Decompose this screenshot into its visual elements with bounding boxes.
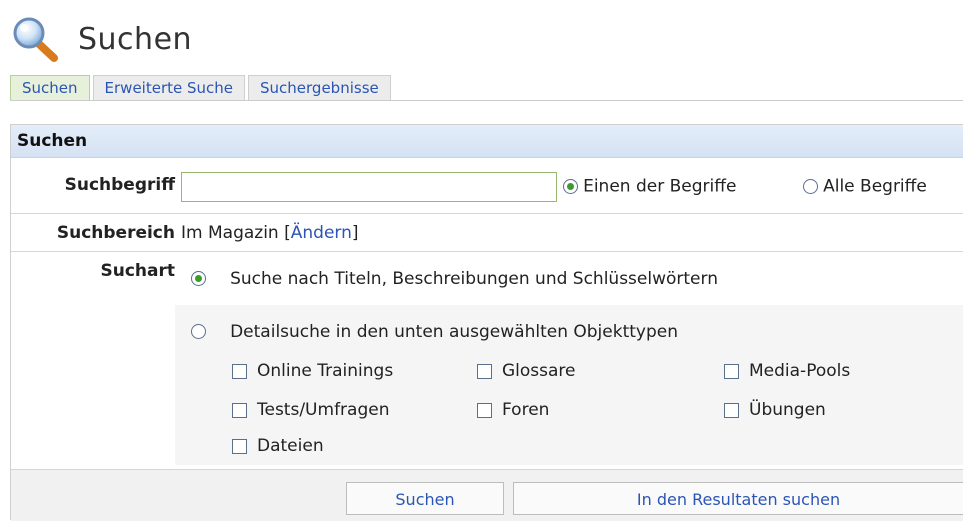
checkbox-icon[interactable] bbox=[477, 402, 492, 418]
checkbox-icon[interactable] bbox=[232, 438, 247, 454]
mode-option-any[interactable]: Einen der Begriffe bbox=[563, 176, 736, 197]
search-type-label: Suchart bbox=[100, 261, 175, 281]
tab-suchergebnisse[interactable]: Suchergebnisse bbox=[248, 75, 391, 100]
search-term-input[interactable] bbox=[181, 172, 557, 202]
magnifier-icon bbox=[10, 16, 68, 62]
tab-bar: Suchen Erweiterte Suche Suchergebnisse bbox=[10, 75, 394, 100]
radio-simple-icon[interactable] bbox=[191, 271, 206, 286]
search-form: Suchen Suchbegriff Einen der Begriffe Al… bbox=[10, 124, 963, 521]
search-term-label: Suchbegriff bbox=[64, 175, 175, 195]
radio-any-icon[interactable] bbox=[563, 179, 578, 194]
object-type-media-pools[interactable]: Media-Pools bbox=[724, 361, 850, 381]
search-button[interactable]: Suchen bbox=[346, 482, 504, 515]
row-divider bbox=[11, 251, 963, 252]
page-header: Suchen bbox=[10, 14, 192, 64]
type-option-detail[interactable]: Detailsuche in den unten ausgewählten Ob… bbox=[191, 321, 678, 342]
tab-erweiterte-suche[interactable]: Erweiterte Suche bbox=[92, 75, 246, 100]
object-type-dateien[interactable]: Dateien bbox=[232, 436, 324, 456]
mode-option-all[interactable]: Alle Begriffe bbox=[803, 176, 927, 197]
change-scope-link[interactable]: Ändern bbox=[291, 223, 352, 243]
radio-detail-icon[interactable] bbox=[191, 324, 206, 339]
page-title: Suchen bbox=[78, 21, 193, 57]
form-header: Suchen bbox=[11, 125, 963, 158]
checkbox-icon[interactable] bbox=[724, 363, 739, 379]
radio-all-icon[interactable] bbox=[803, 179, 818, 194]
checkbox-icon[interactable] bbox=[724, 402, 739, 418]
tab-divider bbox=[10, 100, 963, 101]
tab-suchen[interactable]: Suchen bbox=[10, 75, 90, 100]
type-option-simple[interactable]: Suche nach Titeln, Beschreibungen und Sc… bbox=[191, 268, 718, 289]
object-type-glossare[interactable]: Glossare bbox=[477, 361, 576, 381]
object-type-uebungen[interactable]: Übungen bbox=[724, 400, 826, 420]
object-type-tests-umfragen[interactable]: Tests/Umfragen bbox=[232, 400, 389, 420]
object-type-online-trainings[interactable]: Online Trainings bbox=[232, 361, 393, 381]
search-in-results-button[interactable]: In den Resultaten suchen bbox=[513, 482, 963, 515]
checkbox-icon[interactable] bbox=[232, 402, 247, 418]
search-scope-label: Suchbereich bbox=[56, 223, 175, 243]
row-divider bbox=[11, 213, 963, 214]
checkbox-icon[interactable] bbox=[232, 363, 247, 379]
checkbox-icon[interactable] bbox=[477, 363, 492, 379]
search-scope-value: Im Magazin [Ändern] bbox=[181, 223, 359, 243]
object-type-foren[interactable]: Foren bbox=[477, 400, 549, 420]
